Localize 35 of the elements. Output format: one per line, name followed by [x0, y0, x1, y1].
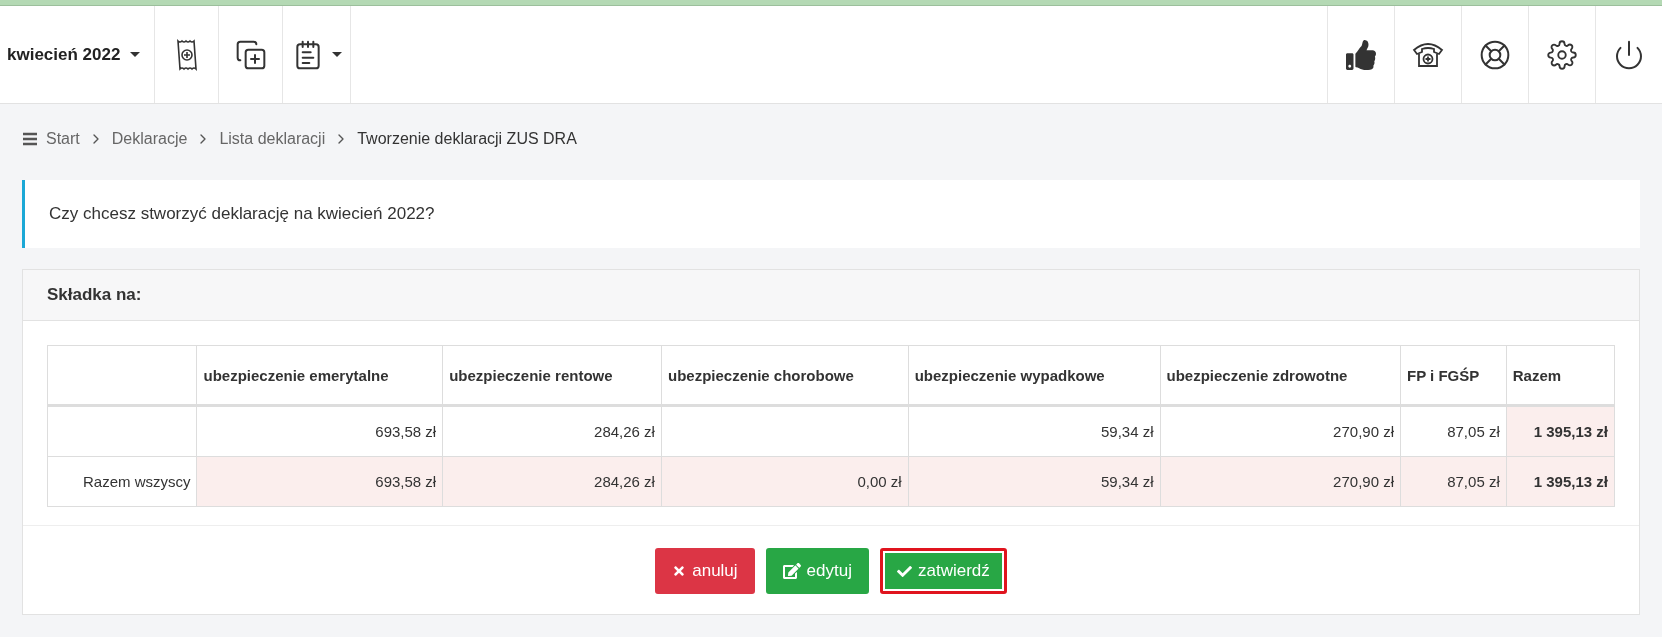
question-alert: Czy chcesz stworzyć deklarację na kwiecień 2022?: [22, 180, 1640, 248]
receipt-plus-icon: [175, 38, 198, 71]
thumbs-up-icon: [1346, 39, 1376, 70]
edit-icon: [782, 562, 801, 580]
table-cell: 284,26 zł: [442, 405, 662, 457]
table-cell: 0,00 zł: [661, 456, 909, 507]
breadcrumb-link[interactable]: Start: [46, 130, 80, 148]
panel-title: Składka na:: [23, 270, 1639, 321]
table-cell: 270,90 zł: [1160, 456, 1401, 507]
breadcrumb-link[interactable]: Deklaracje: [111, 130, 188, 148]
power-icon: [1613, 38, 1645, 71]
table-cell: 87,05 zł: [1400, 405, 1507, 457]
breadcrumb-link[interactable]: Tworzenie deklaracji ZUS DRA: [357, 130, 577, 148]
cancel-button[interactable]: anuluj: [655, 548, 755, 594]
close-icon: [672, 564, 687, 578]
confirm-button[interactable]: zatwierdź: [879, 548, 1007, 594]
table-cell: 693,58 zł: [197, 456, 443, 507]
table-cell: 1 395,13 zł: [1506, 456, 1615, 507]
check-icon: [896, 563, 912, 579]
table-cell: 270,90 zł: [1160, 405, 1401, 457]
period-dropdown[interactable]: kwiecień 2022: [0, 6, 156, 103]
table-cell: 87,05 zł: [1400, 456, 1507, 507]
table-cell: 284,26 zł: [442, 456, 662, 507]
table-cell: 693,58 zł: [197, 405, 443, 457]
menu-icon[interactable]: [22, 132, 38, 146]
lifebuoy-icon: [1479, 38, 1511, 71]
caret-icon: [331, 52, 342, 57]
table-cell: 1 395,13 zł: [1506, 405, 1615, 457]
table-cell: 59,34 zł: [908, 405, 1161, 457]
table-cell: 59,34 zł: [908, 456, 1161, 507]
table-cell: Razem wszyscy: [47, 456, 197, 507]
settings-icon: [1547, 39, 1577, 70]
copy-plus-icon: [234, 38, 267, 71]
edit-button[interactable]: edytuj: [765, 548, 869, 594]
breadcrumb-link[interactable]: Lista deklaracji: [219, 130, 326, 148]
